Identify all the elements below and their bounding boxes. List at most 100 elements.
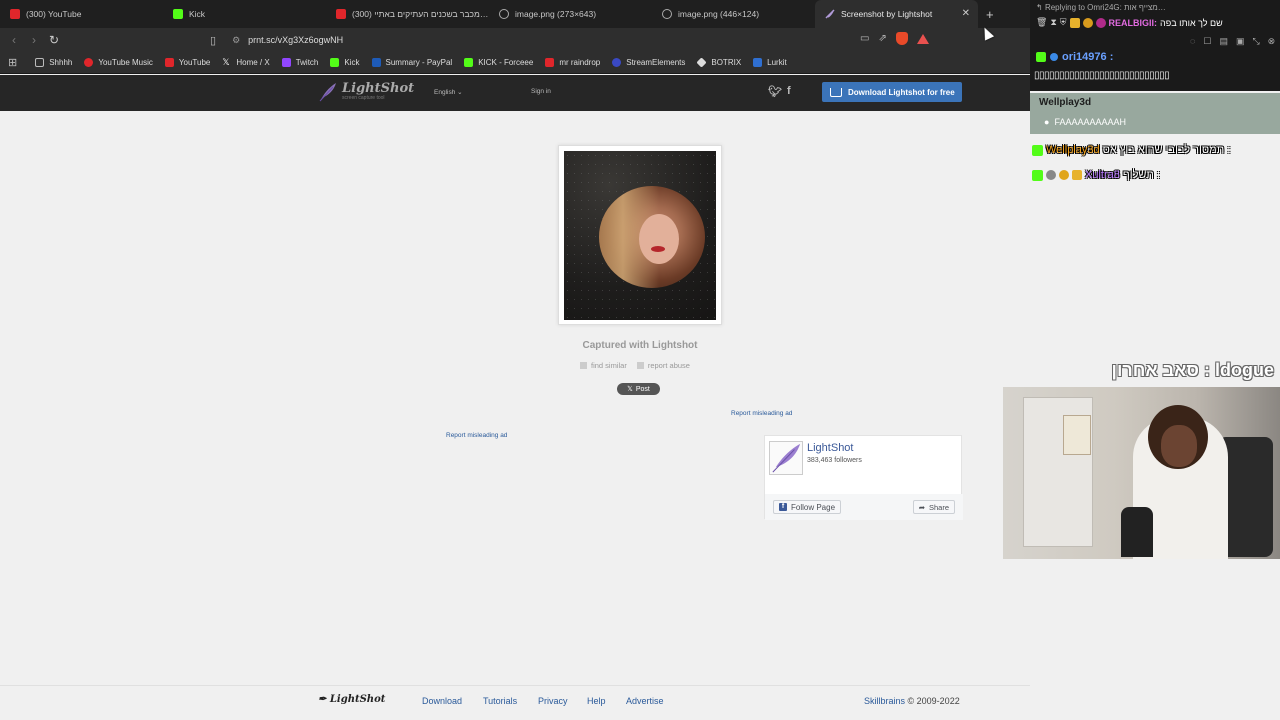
share-button[interactable]: ➦ Share	[912, 500, 955, 514]
report-ad-link[interactable]: Report misleading ad	[731, 410, 792, 417]
close-tab-icon[interactable]: ✕	[962, 8, 970, 19]
bookmark-kick-forceee[interactable]: KICK - Forceee	[464, 58, 533, 67]
image-actions: find similar report abuse	[580, 361, 690, 370]
tab-youtube-video[interactable]: (300) מכבר בשכנים העתיקים באתיי…	[326, 0, 489, 28]
report-abuse-link[interactable]: report abuse	[636, 361, 690, 370]
twitch-icon	[281, 58, 291, 67]
footer-link-help[interactable]: Help	[587, 696, 606, 706]
footer-link-advertise[interactable]: Advertise	[626, 696, 664, 706]
new-tab-icon[interactable]: +	[986, 7, 994, 22]
kick-icon	[1032, 169, 1043, 181]
share-icon[interactable]: ⇗	[878, 33, 886, 44]
coin-badge-icon	[1059, 170, 1069, 180]
twitter-icon[interactable]: 🐦︎	[768, 85, 782, 98]
tab-image-2[interactable]: image.png (446×124)	[652, 0, 815, 28]
footer: ✒︎ LightShot Download Tutorials Privacy …	[0, 685, 1030, 717]
brave-rewards-icon[interactable]	[916, 33, 929, 44]
crown-badge-icon	[1069, 17, 1080, 28]
tab-strip: (300) YouTube Kick (300) מכבר בשכנים העת…	[0, 0, 1030, 28]
download-label: Download Lightshot for free	[848, 87, 955, 97]
bookmark-label: YouTube	[178, 58, 211, 67]
signin-link[interactable]: Sign in	[531, 88, 551, 95]
trash-icon: 🗑︎	[1036, 17, 1048, 27]
back-icon[interactable]: ‹	[4, 33, 24, 47]
tool-icon[interactable]: ◌	[1190, 36, 1195, 47]
fb-page-thumbnail[interactable]	[769, 441, 803, 475]
globe-icon	[499, 9, 509, 19]
chat-message: Xultra8 : תשלוף	[1032, 169, 1160, 181]
webcam-feed	[1003, 387, 1280, 559]
bookmark-twitch[interactable]: Twitch	[281, 58, 318, 67]
url-input[interactable]: prnt.sc/vXg3Xz6ogwNH	[248, 35, 343, 45]
fb-followers: 383,463 followers	[807, 457, 862, 464]
follow-page-button[interactable]: f Follow Page	[773, 500, 842, 514]
apps-grid-icon[interactable]: ⊞	[8, 56, 17, 69]
feather-icon: ✒︎	[318, 694, 327, 705]
forward-icon[interactable]: ›	[24, 33, 44, 47]
tab-youtube[interactable]: (300) YouTube	[0, 0, 163, 28]
tool-icon[interactable]: ⤡	[1252, 36, 1259, 47]
bookmarks-bar: ⊞ Shhhh YouTube Music YouTube 𝕏 Home / X …	[0, 52, 1030, 74]
lightshot-logo[interactable]: LightShot screen capture tool	[318, 82, 414, 102]
footer-link-tutorials[interactable]: Tutorials	[483, 696, 517, 706]
coin-badge-icon	[1082, 17, 1093, 28]
language-select[interactable]: English ⌄	[434, 88, 463, 96]
reply-text: Replying to Omri24G: מצייף אות…	[1044, 3, 1166, 12]
facebook-icon[interactable]: f	[787, 85, 791, 97]
flag-icon	[636, 362, 644, 369]
bookmark-streamelements[interactable]: StreamElements	[612, 58, 685, 67]
bookmark-paypal[interactable]: Summary - PayPal	[371, 58, 452, 67]
cam-poster	[1063, 415, 1091, 455]
bookmark-botrix[interactable]: BOTRIX	[696, 57, 741, 68]
fb-page-name[interactable]: LightShot	[807, 442, 853, 454]
footer-link-download[interactable]: Download	[422, 696, 462, 706]
footer-logo[interactable]: ✒︎ LightShot	[318, 694, 385, 705]
site-settings-icon[interactable]: ⚙	[232, 35, 240, 46]
tab-lightshot[interactable]: Screenshot by Lightshot ✕	[815, 0, 978, 28]
bookmark-kick[interactable]: Kick	[330, 58, 360, 67]
feather-icon	[772, 443, 801, 473]
tool-icon[interactable]: ☐	[1203, 36, 1211, 47]
youtube-icon	[164, 58, 174, 67]
chat-text: ▯▯▯▯▯▯▯▯▯▯▯▯▯▯▯▯▯▯▯▯▯▯▯▯▯▯▯	[1034, 70, 1170, 81]
bookmark-youtube[interactable]: YouTube	[164, 58, 211, 67]
kick-icon	[330, 58, 340, 67]
sub-badge-icon	[1050, 53, 1058, 61]
tool-icon[interactable]: ▤	[1219, 36, 1228, 47]
reply-indicator: ↰ Replying to Omri24G: מצייף אות…	[1036, 3, 1166, 12]
reload-icon[interactable]: ↻	[44, 33, 64, 47]
footer-link-privacy[interactable]: Privacy	[538, 696, 568, 706]
bookmark-icon[interactable]: ▯	[210, 34, 216, 47]
cast-icon[interactable]: ▭	[860, 33, 869, 44]
skillbrains-link[interactable]: Skillbrains	[864, 696, 905, 706]
tab-title: image.png (446×124)	[678, 9, 760, 19]
chat-text: : תמסור לבובי שהוא בוץ אס	[1102, 144, 1231, 156]
image-icon	[580, 362, 587, 369]
bookmark-mr-raindrop[interactable]: mr raindrop	[545, 58, 600, 67]
hourglass-icon: ⧗	[1050, 17, 1057, 27]
x-post-button[interactable]: 𝕏 Post	[617, 383, 660, 395]
bookmark-lurkit[interactable]: Lurkit	[753, 58, 787, 67]
report-ad-link[interactable]: Report misleading ad	[446, 432, 507, 439]
tool-icon[interactable]: ▣	[1236, 36, 1245, 47]
bookmark-x[interactable]: 𝕏 Home / X	[222, 57, 269, 68]
streamelements-icon	[612, 58, 622, 67]
brave-shield-icon[interactable]	[895, 32, 908, 45]
facebook-icon: f	[779, 503, 787, 511]
logo-text: LightShot	[342, 80, 415, 96]
youtube-music-icon	[84, 58, 94, 67]
x-icon: 𝕏	[222, 57, 230, 67]
tab-kick[interactable]: Kick	[163, 0, 326, 28]
bookmark-youtube-music[interactable]: YouTube Music	[84, 58, 153, 67]
tool-icon[interactable]: ⊗	[1268, 36, 1276, 47]
tab-image-1[interactable]: image.png (273×643)	[489, 0, 652, 28]
highlight-username: Wellplay3d	[1039, 97, 1092, 108]
emote-icon: ●	[1044, 117, 1050, 127]
bookmark-shhhh[interactable]: Shhhh	[35, 58, 72, 67]
copyright: Skillbrains © 2009-2022	[864, 696, 960, 706]
screenshot-image[interactable]	[564, 151, 716, 320]
tab-title: image.png (273×643)	[515, 9, 597, 19]
download-button[interactable]: Download Lightshot for free	[822, 82, 962, 102]
find-similar-link[interactable]: find similar	[580, 361, 627, 370]
reply-icon: ↰	[1036, 3, 1043, 12]
